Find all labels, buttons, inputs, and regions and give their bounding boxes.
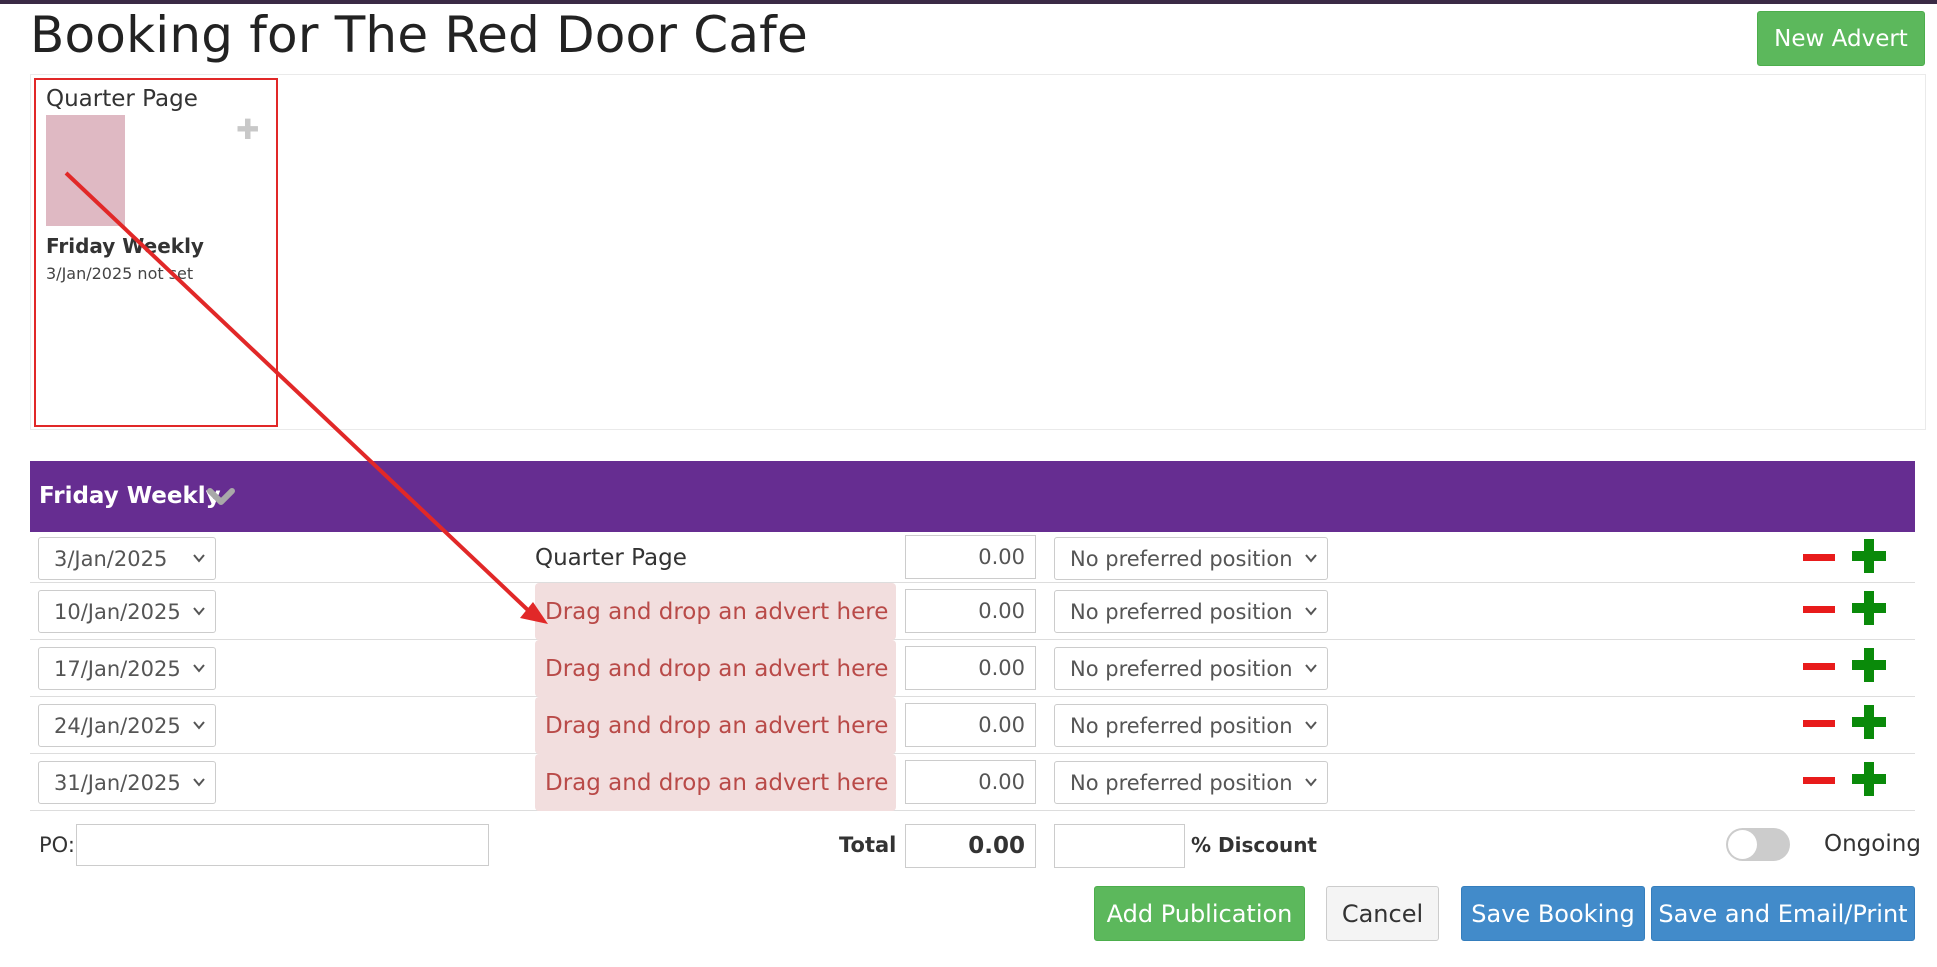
po-label: PO:: [39, 833, 75, 857]
chevron-down-icon[interactable]: [206, 481, 236, 511]
date-select[interactable]: 24/Jan/2025: [38, 704, 216, 747]
plus-icon[interactable]: [1852, 539, 1886, 573]
date-select[interactable]: 10/Jan/2025: [38, 590, 216, 633]
discount-input[interactable]: [1054, 824, 1185, 868]
position-value: No preferred position: [1070, 770, 1293, 795]
chevron-down-icon: [1305, 664, 1317, 673]
po-input[interactable]: [76, 824, 489, 866]
date-value: 10/Jan/2025: [54, 599, 181, 624]
position-value: No preferred position: [1070, 599, 1293, 624]
minus-icon[interactable]: [1803, 663, 1835, 670]
date-select[interactable]: 31/Jan/2025: [38, 761, 216, 804]
chevron-down-icon: [193, 778, 205, 787]
price-input[interactable]: 0.00: [905, 703, 1036, 747]
chevron-down-icon: [1305, 607, 1317, 616]
position-value: No preferred position: [1070, 656, 1293, 681]
cancel-button[interactable]: Cancel: [1326, 886, 1439, 941]
position-select[interactable]: No preferred position: [1054, 537, 1328, 580]
advert-area: [30, 74, 1926, 430]
price-input[interactable]: 0.00: [905, 535, 1036, 579]
minus-icon[interactable]: [1803, 606, 1835, 613]
minus-icon[interactable]: [1803, 720, 1835, 727]
price-input[interactable]: 0.00: [905, 589, 1036, 633]
total-input[interactable]: 0.00: [905, 824, 1036, 868]
chevron-down-icon: [193, 664, 205, 673]
position-select[interactable]: No preferred position: [1054, 704, 1328, 747]
minus-icon[interactable]: [1803, 777, 1835, 784]
ongoing-toggle[interactable]: [1726, 828, 1790, 861]
date-select[interactable]: 3/Jan/2025: [38, 537, 216, 580]
plus-icon[interactable]: [1852, 591, 1886, 625]
advert-publication: Friday Weekly: [46, 234, 204, 258]
position-select[interactable]: No preferred position: [1054, 647, 1328, 690]
position-select[interactable]: No preferred position: [1054, 761, 1328, 804]
advert-assigned: Quarter Page: [535, 545, 687, 571]
save-booking-button[interactable]: Save Booking: [1461, 886, 1645, 941]
advert-dropzone[interactable]: Drag and drop an advert here: [535, 697, 896, 754]
date-value: 3/Jan/2025: [54, 546, 168, 571]
advert-card[interactable]: Quarter Page ✚ Friday Weekly 3/Jan/2025 …: [34, 78, 278, 427]
top-strip: [0, 0, 1937, 4]
discount-label: % Discount: [1191, 833, 1317, 857]
publication-header: Friday Weekly: [30, 461, 1915, 532]
position-select[interactable]: No preferred position: [1054, 590, 1328, 633]
chevron-down-icon: [193, 607, 205, 616]
price-input[interactable]: 0.00: [905, 760, 1036, 804]
date-value: 24/Jan/2025: [54, 713, 181, 738]
chevron-down-icon: [193, 721, 205, 730]
ongoing-label: Ongoing: [1824, 831, 1921, 857]
toggle-knob: [1728, 830, 1757, 859]
advert-dropzone[interactable]: Drag and drop an advert here: [535, 640, 896, 697]
minus-icon[interactable]: [1803, 554, 1835, 561]
save-email-print-button[interactable]: Save and Email/Print: [1651, 886, 1915, 941]
advert-dropzone[interactable]: Drag and drop an advert here: [535, 583, 896, 640]
date-value: 17/Jan/2025: [54, 656, 181, 681]
new-advert-button[interactable]: New Advert: [1757, 11, 1925, 66]
plus-icon[interactable]: [1852, 705, 1886, 739]
advert-size: Quarter Page: [46, 86, 198, 112]
total-label: Total: [839, 833, 897, 857]
chevron-down-icon: [1305, 554, 1317, 563]
date-select[interactable]: 17/Jan/2025: [38, 647, 216, 690]
plus-icon[interactable]: [1852, 648, 1886, 682]
advert-date-status: 3/Jan/2025 not set: [46, 264, 194, 283]
chevron-down-icon: [1305, 721, 1317, 730]
add-publication-button[interactable]: Add Publication: [1094, 886, 1305, 941]
position-value: No preferred position: [1070, 713, 1293, 738]
left-edge-fragment: [0, 60, 6, 560]
price-input[interactable]: 0.00: [905, 646, 1036, 690]
plus-icon[interactable]: ✚: [236, 116, 259, 144]
date-value: 31/Jan/2025: [54, 770, 181, 795]
publication-name: Friday Weekly: [39, 483, 221, 509]
advert-dropzone[interactable]: Drag and drop an advert here: [535, 754, 896, 811]
page-title: Booking for The Red Door Cafe: [30, 6, 808, 64]
chevron-down-icon: [193, 554, 205, 563]
position-value: No preferred position: [1070, 546, 1293, 571]
chevron-down-icon: [1305, 778, 1317, 787]
advert-thumbnail[interactable]: [46, 115, 125, 226]
plus-icon[interactable]: [1852, 762, 1886, 796]
